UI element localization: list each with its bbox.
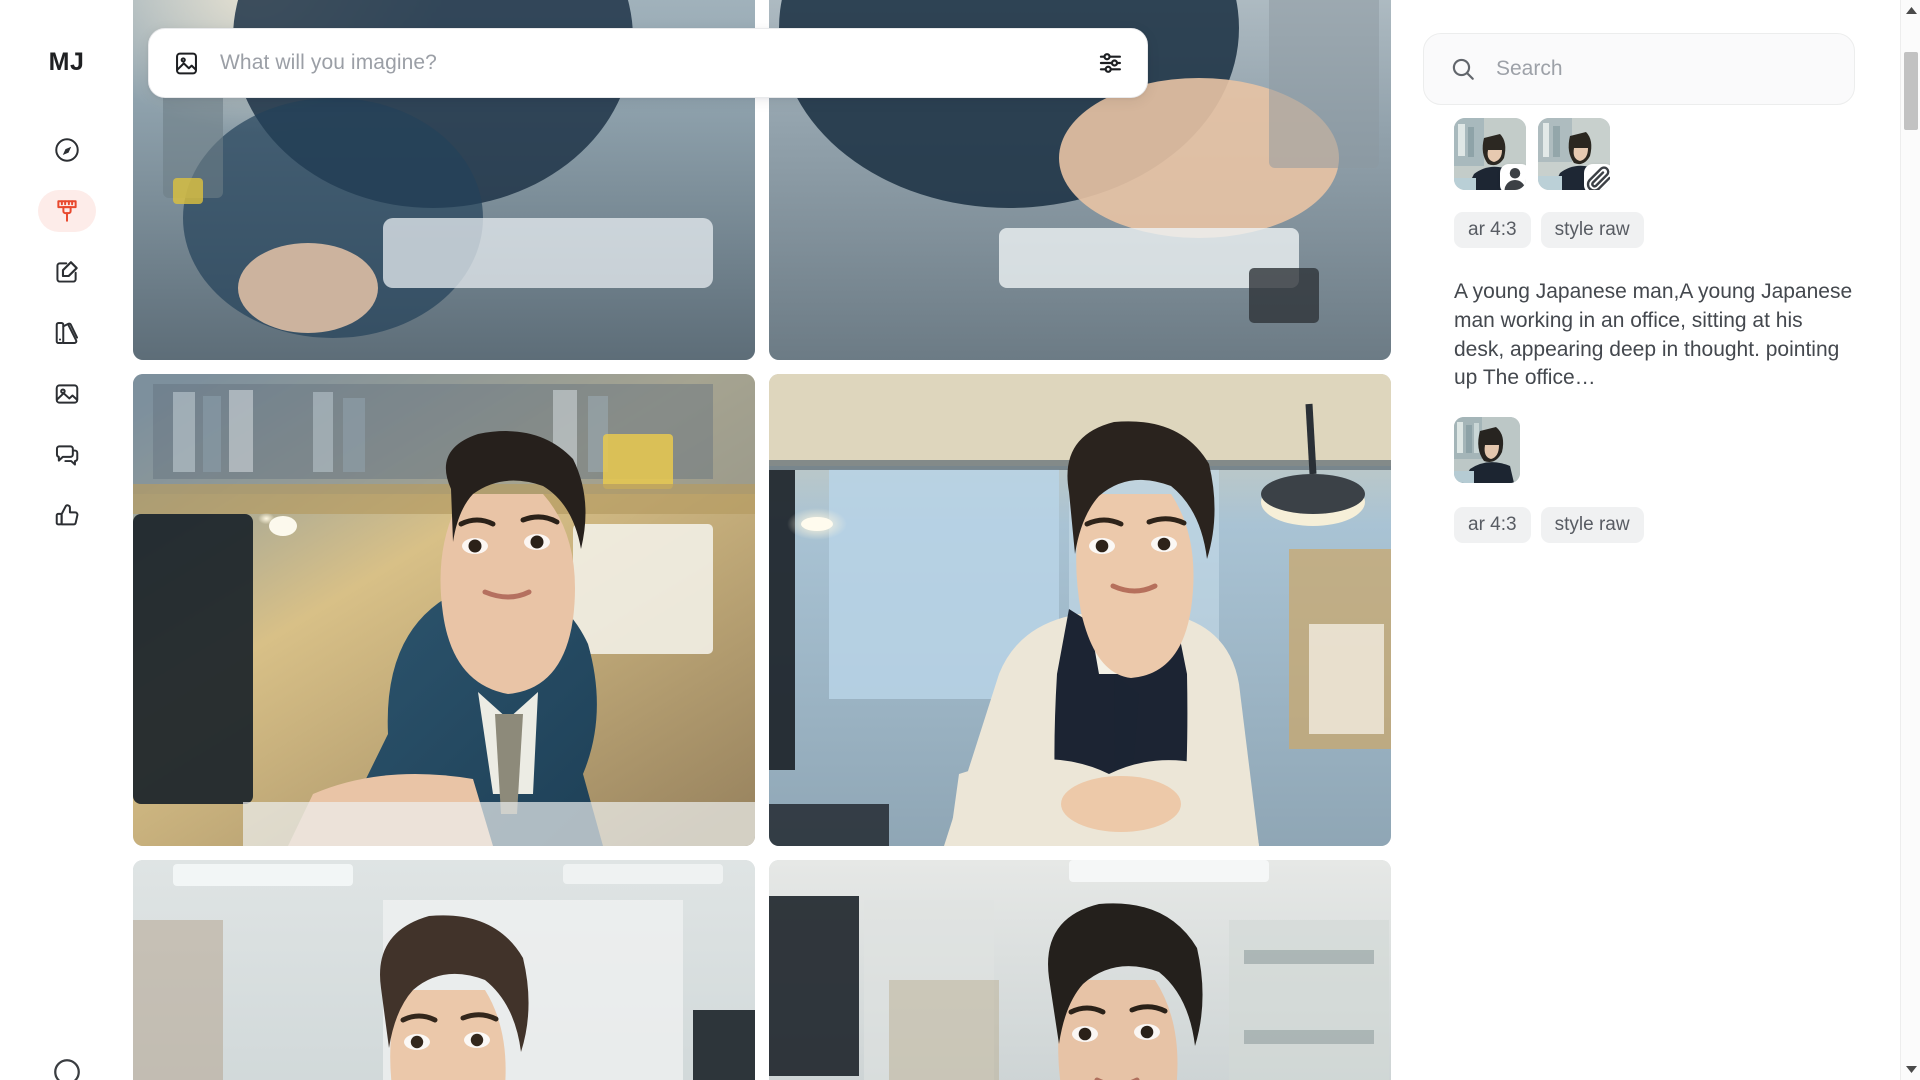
page-scrollbar[interactable] <box>1900 0 1920 1080</box>
tag-aspect-ratio[interactable]: ar 4:3 <box>1454 507 1531 544</box>
job-prompt-text[interactable]: A young Japanese man,A young Japanese ma… <box>1454 278 1854 393</box>
search-box[interactable] <box>1423 33 1855 105</box>
grid-row <box>133 374 1391 846</box>
image-icon <box>53 380 81 408</box>
job-tags: ar 4:3 style raw <box>1454 212 1854 248</box>
generated-image <box>133 374 755 846</box>
generated-image <box>133 860 755 1080</box>
brand-logo[interactable]: MJ <box>49 48 85 77</box>
reference-thumbnail[interactable] <box>1538 118 1610 190</box>
tag-aspect-ratio[interactable]: ar 4:3 <box>1454 212 1531 248</box>
left-sidebar: MJ <box>0 0 133 1080</box>
image-icon[interactable] <box>173 50 200 77</box>
image-tile-3[interactable] <box>133 374 755 846</box>
tag-style[interactable]: style raw <box>1540 212 1644 248</box>
sidebar-nav <box>37 129 96 537</box>
job-entry: ar 4:3 style raw <box>1454 118 1854 248</box>
chat-bubbles-icon <box>53 441 81 469</box>
thumbs-up-icon <box>53 502 81 530</box>
generated-image <box>769 374 1391 846</box>
image-grid <box>133 0 1402 1080</box>
circle-icon <box>52 1057 82 1080</box>
job-tags: ar 4:3 style raw <box>1454 507 1854 544</box>
sidebar-item-create[interactable] <box>37 190 96 232</box>
tag-style[interactable]: style raw <box>1540 507 1644 544</box>
image-tile-5[interactable] <box>133 860 755 1080</box>
sidebar-item-personalize[interactable] <box>38 312 96 354</box>
image-grid-area <box>133 0 1402 1080</box>
sidebar-item-organize[interactable] <box>38 373 96 415</box>
right-panel: ar 4:3 style raw A young Japanese man,A … <box>1402 0 1900 1080</box>
sliders-icon[interactable] <box>1097 49 1125 77</box>
paperclip-icon <box>1584 164 1610 190</box>
person-icon <box>1500 164 1526 190</box>
job-entry: A young Japanese man,A young Japanese ma… <box>1454 278 1854 544</box>
scroll-up-button[interactable] <box>1901 0 1920 22</box>
image-tile-6[interactable] <box>769 860 1391 1080</box>
chevron-up-icon <box>1905 2 1917 20</box>
app-root: MJ What will you imagine? Search ar 4:3 … <box>0 0 1920 1080</box>
reference-thumbnail[interactable] <box>1454 118 1526 190</box>
compass-icon <box>53 136 81 164</box>
search-input[interactable] <box>1496 57 1834 81</box>
paintbrush-icon <box>53 197 81 225</box>
edit-square-icon <box>53 258 81 286</box>
reference-thumbnail[interactable] <box>1454 417 1520 484</box>
scroll-down-button[interactable] <box>1901 1058 1920 1080</box>
palette-icon <box>53 319 81 347</box>
generated-image <box>769 860 1391 1080</box>
search-icon <box>1450 56 1476 82</box>
scrollbar-thumb[interactable] <box>1904 52 1918 130</box>
reference-image <box>1454 417 1520 484</box>
grid-row <box>133 860 1391 1080</box>
sidebar-item-help[interactable] <box>45 1052 89 1080</box>
sidebar-item-chat[interactable] <box>38 434 96 476</box>
reference-thumbnails <box>1454 118 1854 190</box>
prompt-input[interactable] <box>220 51 1083 75</box>
sidebar-item-explore[interactable] <box>38 129 96 171</box>
prompt-bar[interactable] <box>148 28 1148 98</box>
chevron-down-icon <box>1905 1060 1917 1078</box>
image-tile-4[interactable] <box>769 374 1391 846</box>
sidebar-item-rate[interactable] <box>38 495 96 537</box>
sidebar-item-edit[interactable] <box>38 251 96 293</box>
